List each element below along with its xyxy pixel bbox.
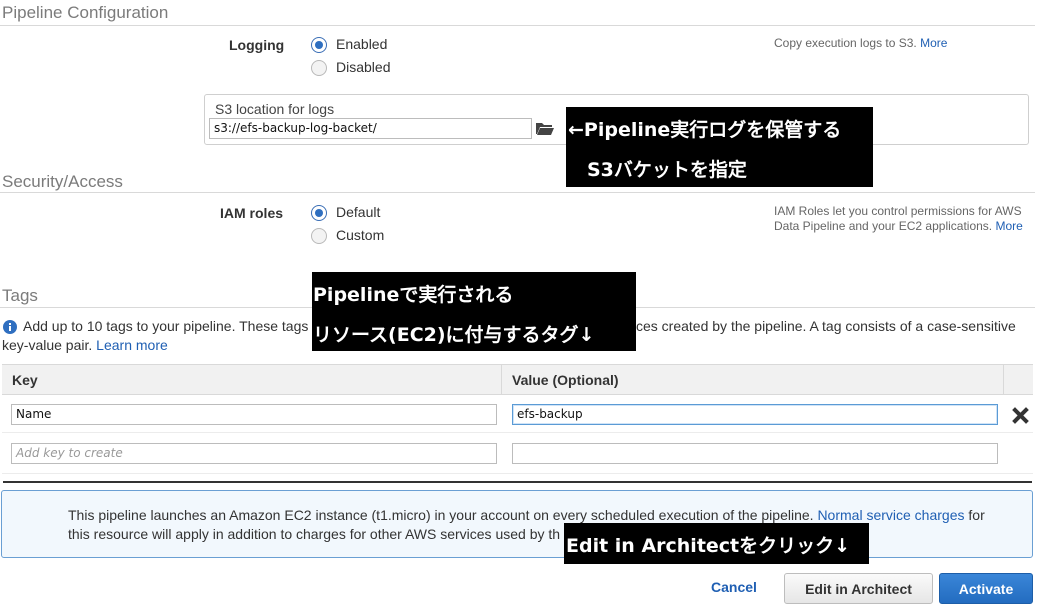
iam-custom-label[interactable]: Custom: [336, 227, 384, 243]
logging-more-link[interactable]: More: [920, 36, 947, 50]
notice-line1-tail: for: [968, 507, 985, 523]
iam-default-label[interactable]: Default: [336, 204, 380, 220]
cancel-button[interactable]: Cancel: [711, 579, 757, 595]
iam-roles-label: IAM roles: [220, 205, 284, 221]
col-header-value: Value (Optional): [512, 372, 619, 388]
tags-info-text-a: Add up to 10 tags to your pipeline. Thes…: [23, 318, 309, 334]
iam-default-radio[interactable]: [311, 205, 327, 221]
section-title-tags: Tags: [2, 286, 38, 305]
logging-label: Logging: [229, 37, 285, 53]
new-tag-value-input[interactable]: [512, 443, 998, 464]
row-divider: [2, 432, 1033, 433]
logging-help-copy: Copy execution logs to S3.: [774, 36, 917, 50]
s3-location-input[interactable]: s3://efs-backup-log-backet/: [209, 118, 532, 139]
col-header-key: Key: [12, 372, 38, 388]
notice-line1: This pipeline launches an Amazon EC2 ins…: [68, 507, 985, 523]
notice-panel: [1, 490, 1033, 558]
notice-top-rule: [3, 481, 1032, 483]
normal-service-charges-link[interactable]: Normal service charges: [817, 507, 964, 523]
notice-line1-text: This pipeline launches an Amazon EC2 ins…: [68, 507, 814, 523]
tags-info-line2-text: key-value pair.: [2, 337, 93, 353]
s3-location-label: S3 location for logs: [215, 101, 335, 117]
section-title-pipeline-configuration: Pipeline Configuration: [2, 3, 169, 22]
logging-enabled-radio[interactable]: [311, 37, 327, 53]
logging-disabled-radio[interactable]: [311, 60, 327, 76]
iam-help-line2: Data Pipeline and your EC2 applications.: [774, 219, 993, 233]
tags-info-text-b: ces created by the pipeline. A tag consi…: [636, 318, 1016, 334]
tags-callout: Pipelineで実行される リソース(EC2)に付与するタグ↓: [312, 272, 636, 351]
tags-info-line2: key-value pair. Learn more: [2, 337, 168, 353]
iam-more-link[interactable]: More: [995, 219, 1022, 233]
s3-callout-line1: ←Pipeline実行ログを保管する: [568, 119, 842, 141]
close-icon[interactable]: [1012, 407, 1029, 424]
logging-help-text: Copy execution logs to S3. More: [774, 36, 947, 51]
architect-callout: Edit in Architectをクリック↓: [564, 523, 869, 564]
s3-callout-line2: S3バケットを指定: [587, 159, 747, 181]
tag-key-input[interactable]: Name: [11, 404, 497, 425]
tags-callout-line1: Pipelineで実行される: [313, 284, 514, 306]
row-divider: [2, 473, 1033, 474]
tags-learn-more-link[interactable]: Learn more: [96, 337, 168, 353]
new-tag-key-input[interactable]: Add key to create: [11, 443, 497, 464]
iam-help-line2-wrap: Data Pipeline and your EC2 applications.…: [774, 219, 1036, 234]
tags-callout-line2: リソース(EC2)に付与するタグ↓: [313, 324, 595, 346]
iam-custom-radio[interactable]: [311, 228, 327, 244]
tag-value-input[interactable]: efs-backup: [512, 404, 998, 425]
column-divider: [501, 364, 502, 395]
column-divider: [1003, 364, 1004, 395]
activate-button[interactable]: Activate: [939, 573, 1033, 604]
notice-line2: this resource will apply in addition to …: [68, 526, 561, 542]
section-divider: [0, 25, 1035, 26]
section-divider: [0, 192, 1035, 193]
s3-callout: ←Pipeline実行ログを保管する S3バケットを指定: [566, 107, 873, 187]
folder-open-icon[interactable]: [535, 119, 555, 137]
edit-in-architect-button[interactable]: Edit in Architect: [784, 573, 933, 604]
architect-callout-text: Edit in Architectをクリック↓: [566, 535, 851, 557]
info-icon: [3, 320, 17, 334]
iam-help-text: IAM Roles let you control permissions fo…: [774, 204, 1036, 234]
logging-disabled-label[interactable]: Disabled: [336, 59, 390, 75]
logging-enabled-label[interactable]: Enabled: [336, 36, 387, 52]
section-title-security-access: Security/Access: [2, 172, 123, 191]
iam-help-line1: IAM Roles let you control permissions fo…: [774, 204, 1022, 218]
